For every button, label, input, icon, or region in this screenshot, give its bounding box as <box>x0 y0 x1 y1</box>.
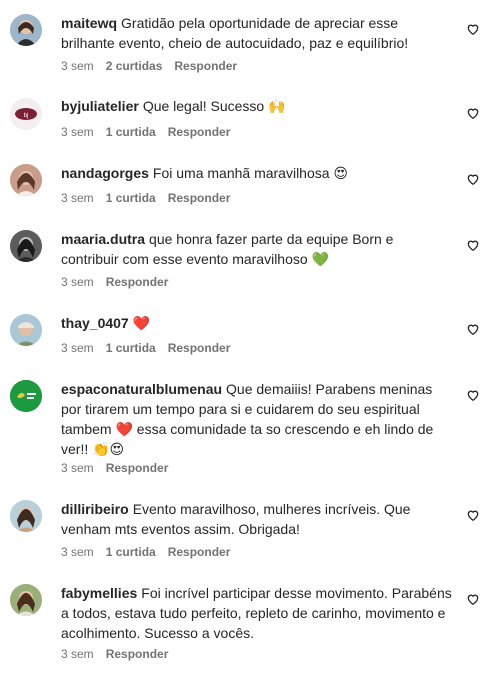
heart-outline-icon[interactable] <box>466 322 480 336</box>
reply-button[interactable]: Responder <box>106 461 169 475</box>
heart-outline-icon[interactable] <box>466 172 480 186</box>
comment-username[interactable]: espaconaturalblumenau <box>61 381 222 397</box>
comment-meta: 3 sem Responder <box>61 646 180 662</box>
comment-time[interactable]: 3 sem <box>61 125 94 139</box>
comment-username[interactable]: maitewq <box>61 15 117 31</box>
heart-outline-icon[interactable] <box>466 22 480 36</box>
comment-meta: 3 sem 1 curtida Responder <box>61 124 242 140</box>
reply-button[interactable]: Responder <box>168 341 231 355</box>
comment-likes[interactable]: 1 curtida <box>106 191 156 205</box>
comment-username[interactable]: dilliribeiro <box>61 501 129 517</box>
comment-text: fabymellies Foi incrível participar desse… <box>61 583 453 643</box>
comment-text: byjuliatelier Que legal! Sucesso 🙌 <box>61 96 453 116</box>
comment-text: maaria.dutra que honra fazer parte da equ… <box>61 229 453 269</box>
comment-time[interactable]: 3 sem <box>61 545 94 559</box>
avatar[interactable] <box>10 314 42 346</box>
comment-username[interactable]: maaria.dutra <box>61 231 145 247</box>
reply-button[interactable]: Responder <box>168 545 231 559</box>
comment-username[interactable]: fabymellies <box>61 585 137 601</box>
comment-text: maitewq Gratidão pela oportunidade de apr… <box>61 13 453 53</box>
comment-meta: 3 sem Responder <box>61 460 180 476</box>
comment-time[interactable]: 3 sem <box>61 341 94 355</box>
avatar[interactable] <box>10 230 42 262</box>
comment-meta: 3 sem 1 curtida Responder <box>61 190 242 206</box>
heart-outline-icon[interactable] <box>466 106 480 120</box>
avatar[interactable] <box>10 584 42 616</box>
svg-text:bj: bj <box>24 113 29 119</box>
comment-username[interactable]: thay_0407 <box>61 315 129 331</box>
comment-time[interactable]: 3 sem <box>61 647 94 661</box>
comment-likes[interactable]: 1 curtida <box>106 341 156 355</box>
heart-outline-icon[interactable] <box>466 238 480 252</box>
comment-likes[interactable]: 1 curtida <box>106 545 156 559</box>
heart-outline-icon[interactable] <box>466 508 480 522</box>
avatar[interactable] <box>10 14 42 46</box>
comment-body: Foi uma manhã maravilhosa 😍 <box>152 165 349 181</box>
reply-button[interactable]: Responder <box>106 275 169 289</box>
comment-meta: 3 sem 1 curtida Responder <box>61 544 242 560</box>
comment-text: thay_0407 ❤️ <box>61 313 453 333</box>
comment-likes[interactable]: 2 curtidas <box>106 59 163 73</box>
comment-username[interactable]: byjuliatelier <box>61 98 139 114</box>
comment-time[interactable]: 3 sem <box>61 191 94 205</box>
comment-text: dilliribeiro Evento maravilhoso, mulheres… <box>61 499 453 539</box>
comment-text: espaconaturalblumenau Que demaiiis! Parab… <box>61 379 453 459</box>
comment-time[interactable]: 3 sem <box>61 275 94 289</box>
heart-outline-icon[interactable] <box>466 592 480 606</box>
avatar[interactable]: bj <box>10 98 42 130</box>
comment-body: Que legal! Sucesso 🙌 <box>142 98 286 114</box>
comment-username[interactable]: nandagorges <box>61 165 149 181</box>
comment-text: nandagorges Foi uma manhã maravilhosa 😍 <box>61 163 453 183</box>
reply-button[interactable]: Responder <box>168 191 231 205</box>
comment-meta: 3 sem Responder <box>61 274 180 290</box>
avatar[interactable] <box>10 380 42 412</box>
avatar[interactable] <box>10 500 42 532</box>
reply-button[interactable]: Responder <box>168 125 231 139</box>
comment-likes[interactable]: 1 curtida <box>106 125 156 139</box>
comment-meta: 3 sem 2 curtidas Responder <box>61 58 249 74</box>
reply-button[interactable]: Responder <box>174 59 237 73</box>
comment-body: ❤️ <box>132 315 151 331</box>
reply-button[interactable]: Responder <box>106 647 169 661</box>
comment-time[interactable]: 3 sem <box>61 59 94 73</box>
comment-meta: 3 sem 1 curtida Responder <box>61 340 242 356</box>
avatar[interactable] <box>10 164 42 196</box>
comment-time[interactable]: 3 sem <box>61 461 94 475</box>
heart-outline-icon[interactable] <box>466 388 480 402</box>
